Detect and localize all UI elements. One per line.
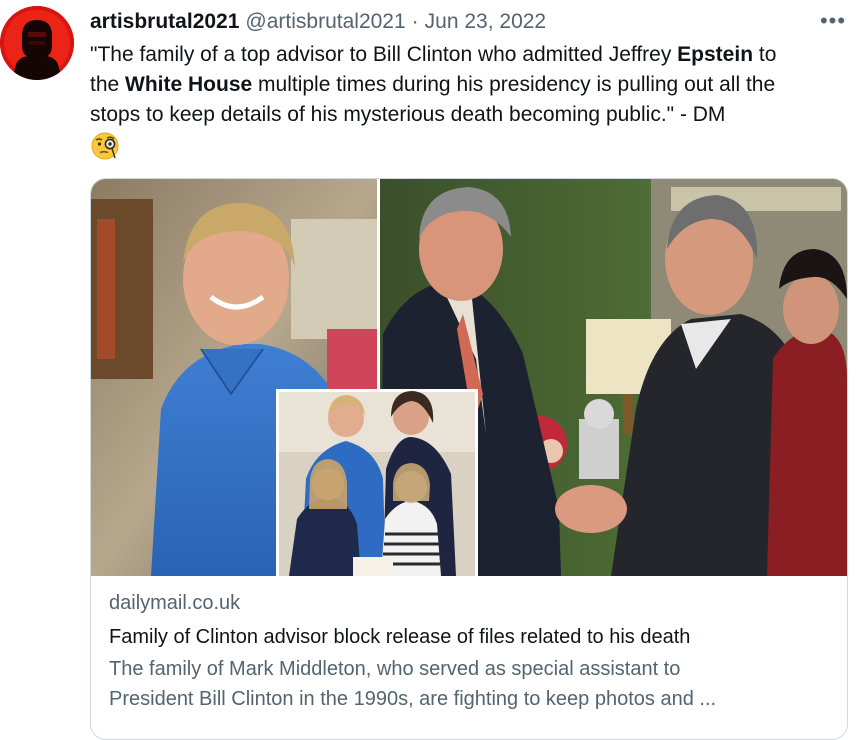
tweet-text: "The family of a top advisor to Bill Cli… — [90, 40, 854, 130]
tweet-text-line-3: stops to keep details of his mysterious … — [90, 103, 726, 126]
avatar[interactable] — [0, 6, 74, 80]
link-card-image[interactable] — [91, 179, 847, 576]
red-silhouette-avatar-icon — [0, 6, 74, 80]
tweet-text-line-2: the White House multiple times during hi… — [90, 73, 776, 96]
link-card-title: Family of Clinton advisor block release … — [109, 626, 691, 648]
tweet-header: artisbrutal2021 @artisbrutal2021 · Jun 2… — [90, 8, 546, 36]
link-card-description: The family of Mark Middleton, who served… — [109, 654, 839, 714]
link-card[interactable]: dailymail.co.uk Family of Clinton adviso… — [90, 178, 848, 740]
more-options-button[interactable]: ••• — [818, 8, 848, 34]
link-card-description-line-2: President Bill Clinton in the 1990s, are… — [109, 688, 717, 710]
link-card-description-line-1: The family of Mark Middleton, who served… — [109, 658, 681, 680]
ellipsis-icon: ••• — [819, 8, 847, 33]
author-display-name[interactable]: artisbrutal2021 — [90, 10, 239, 34]
author-handle[interactable]: @artisbrutal2021 — [245, 10, 405, 34]
face-with-monocle-icon — [90, 131, 120, 161]
bold-epstein: Epstein — [677, 43, 754, 66]
link-card-domain: dailymail.co.uk — [109, 592, 241, 614]
bold-white-house: White House — [125, 73, 253, 96]
tweet-date[interactable]: Jun 23, 2022 — [425, 10, 546, 34]
tweet-text-line-1: "The family of a top advisor to Bill Cli… — [90, 43, 777, 66]
header-separator: · — [411, 10, 419, 33]
link-card-text: dailymail.co.uk Family of Clinton adviso… — [109, 588, 839, 714]
